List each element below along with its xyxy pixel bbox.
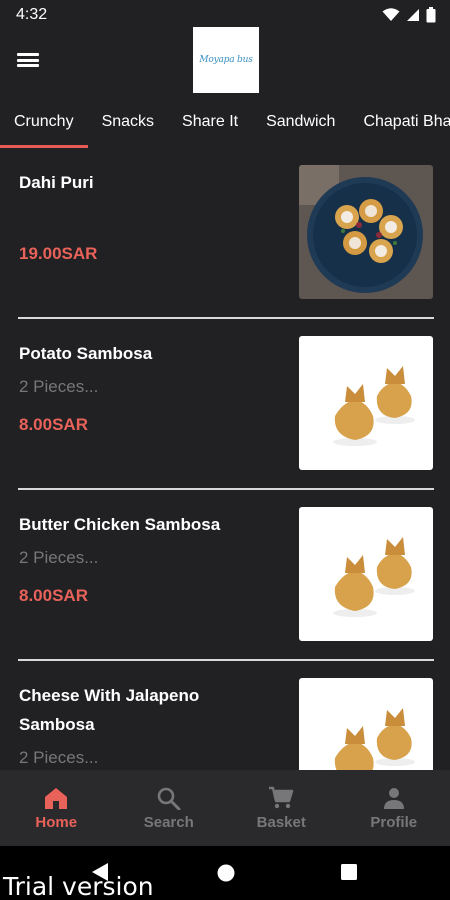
product-name: Cheese With Jalapeno Sambosa <box>19 686 200 734</box>
status-bar: 4:32 <box>0 0 450 30</box>
product-item[interactable]: Potato Sambosa 2 Pieces... 8.00SAR <box>0 319 450 490</box>
brand-logo: Moyapa bus <box>193 27 259 93</box>
tab-chapati[interactable]: Chapati Bha <box>349 96 450 148</box>
tab-label: Crunchy <box>14 113 74 130</box>
nav-label: Home <box>35 813 78 831</box>
nav-search[interactable]: Search <box>113 770 226 846</box>
product-price: 19.00SAR <box>19 244 98 263</box>
product-price: 8.00SAR <box>19 586 88 605</box>
product-name: Dahi Puri <box>19 173 94 192</box>
nav-label: Basket <box>256 813 306 831</box>
nav-label: Profile <box>370 813 418 831</box>
product-description: 2 Pieces... <box>19 548 99 567</box>
product-image <box>299 507 433 641</box>
trial-watermark: Trial version <box>3 872 154 900</box>
status-time: 4:32 <box>16 6 48 23</box>
product-description: 2 Pieces... <box>19 748 99 767</box>
product-item[interactable]: Dahi Puri 19.00SAR <box>0 148 450 319</box>
status-icons <box>382 7 436 23</box>
product-list: Dahi Puri 19.00SAR Potato Sambosa 2 Piec… <box>0 148 450 770</box>
product-price: 8.00SAR <box>19 415 88 434</box>
tab-label: Chapati Bha <box>363 113 450 130</box>
person-icon <box>383 787 404 809</box>
tab-crunchy[interactable]: Crunchy <box>0 96 88 148</box>
home-icon <box>45 787 68 809</box>
tab-label: Snacks <box>101 113 155 130</box>
product-image <box>299 336 433 470</box>
signal-icon <box>407 9 419 21</box>
product-image <box>299 165 433 299</box>
bottom-nav: Home Search Basket Profile <box>0 770 450 846</box>
menu-icon[interactable] <box>16 50 40 70</box>
product-item[interactable]: Butter Chicken Sambosa 2 Pieces... 8.00S… <box>0 490 450 661</box>
nav-profile[interactable]: Profile <box>338 770 450 846</box>
search-icon <box>157 787 181 810</box>
product-image <box>299 678 433 770</box>
product-name: Butter Chicken Sambosa <box>19 515 221 534</box>
nav-home[interactable]: Home <box>0 770 113 846</box>
nav-basket[interactable]: Basket <box>225 770 338 846</box>
cart-icon <box>269 786 294 808</box>
home-circle-icon[interactable] <box>217 864 235 882</box>
wifi-icon <box>382 8 400 21</box>
tab-label: Sandwich <box>266 113 336 130</box>
tab-share-it[interactable]: Share It <box>168 96 252 148</box>
tab-snacks[interactable]: Snacks <box>88 96 168 148</box>
app-header: Moyapa bus <box>0 27 450 96</box>
tab-label: Share It <box>182 113 239 130</box>
logo-text: Moyapa bus <box>199 55 253 65</box>
product-item[interactable]: Cheese With Jalapeno Sambosa 2 Pieces... <box>0 661 450 770</box>
product-name: Potato Sambosa <box>19 344 153 363</box>
battery-icon <box>426 7 436 23</box>
nav-label: Search <box>143 813 194 831</box>
category-tabs: Crunchy Snacks Share It Sandwich Chapati… <box>0 96 450 148</box>
product-description: 2 Pieces... <box>19 377 99 396</box>
recents-icon[interactable] <box>341 864 357 880</box>
tab-sandwich[interactable]: Sandwich <box>252 96 349 148</box>
